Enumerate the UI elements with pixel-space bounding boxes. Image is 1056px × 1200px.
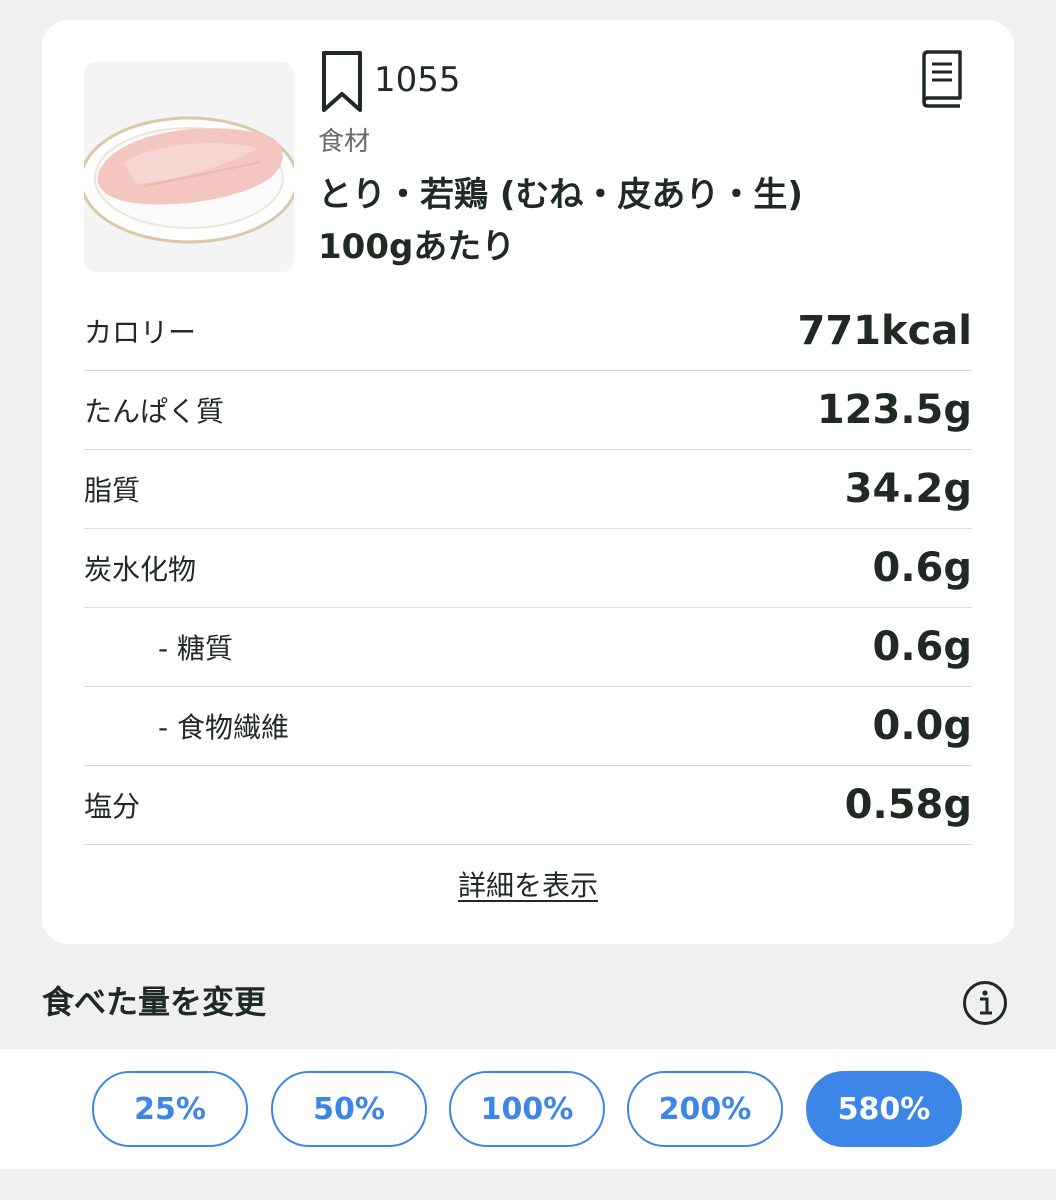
nutrient-row-salt: 塩分 0.58g: [84, 766, 972, 845]
info-button[interactable]: [962, 980, 1008, 1026]
nutrient-row-sugar: - 糖質 0.6g: [84, 608, 972, 687]
nutrient-label: 炭水化物: [84, 553, 197, 586]
nutrient-value: 771kcal: [797, 308, 972, 354]
nutrient-value: 34.2g: [844, 466, 972, 512]
nutrient-row-protein: たんぱく質 123.5g: [84, 371, 972, 450]
nutrient-label: 脂質: [84, 474, 141, 507]
book-button[interactable]: [918, 50, 966, 110]
nutrient-value: 0.6g: [872, 545, 973, 591]
nutrient-label: - 糖質: [158, 632, 234, 665]
serving-unit: 100gあたり: [318, 227, 516, 267]
bookmark-count: 1055: [374, 60, 461, 100]
nutrient-value: 123.5g: [816, 387, 972, 433]
portion-options: 25% 50% 100% 200% 580%: [0, 1049, 1056, 1169]
nutrient-label: 塩分: [84, 790, 141, 823]
nutrient-row-carbohydrate: 炭水化物 0.6g: [84, 529, 972, 608]
food-card: 1055 食材 とり・若鶏 (むね・皮あり・生) 100gあたり カロリー 77…: [42, 20, 1014, 944]
nutrient-value: 0.6g: [872, 624, 973, 670]
show-details-link[interactable]: 詳細を表示: [42, 864, 1014, 904]
nutrient-row-calories: カロリー 771kcal: [84, 292, 972, 371]
food-name: とり・若鶏 (むね・皮あり・生): [318, 175, 803, 215]
food-image: [84, 62, 294, 272]
portion-section-title: 食べた量を変更: [42, 983, 267, 1021]
nutrient-label: - 食物繊維: [158, 711, 290, 744]
portion-option-580[interactable]: 580%: [806, 1071, 962, 1147]
portion-option-200[interactable]: 200%: [627, 1071, 783, 1147]
nutrient-list: カロリー 771kcal たんぱく質 123.5g 脂質 34.2g 炭水化物 …: [84, 292, 972, 845]
book-icon: [922, 50, 962, 108]
nutrient-value: 0.0g: [872, 703, 973, 749]
nutrient-row-fat: 脂質 34.2g: [84, 450, 972, 529]
portion-option-50[interactable]: 50%: [271, 1071, 427, 1147]
bookmark-icon: [322, 51, 362, 112]
bookmark-button[interactable]: [320, 50, 364, 114]
nutrient-label: カロリー: [84, 316, 197, 349]
food-category: 食材: [318, 127, 371, 157]
chicken-breast-image: [84, 62, 294, 272]
nutrient-label: たんぱく質: [84, 395, 225, 428]
nutrient-row-fiber: - 食物繊維 0.0g: [84, 687, 972, 766]
info-icon: [963, 981, 1007, 1025]
portion-option-100[interactable]: 100%: [449, 1071, 605, 1147]
nutrient-value: 0.58g: [844, 782, 972, 828]
portion-option-25[interactable]: 25%: [92, 1071, 248, 1147]
